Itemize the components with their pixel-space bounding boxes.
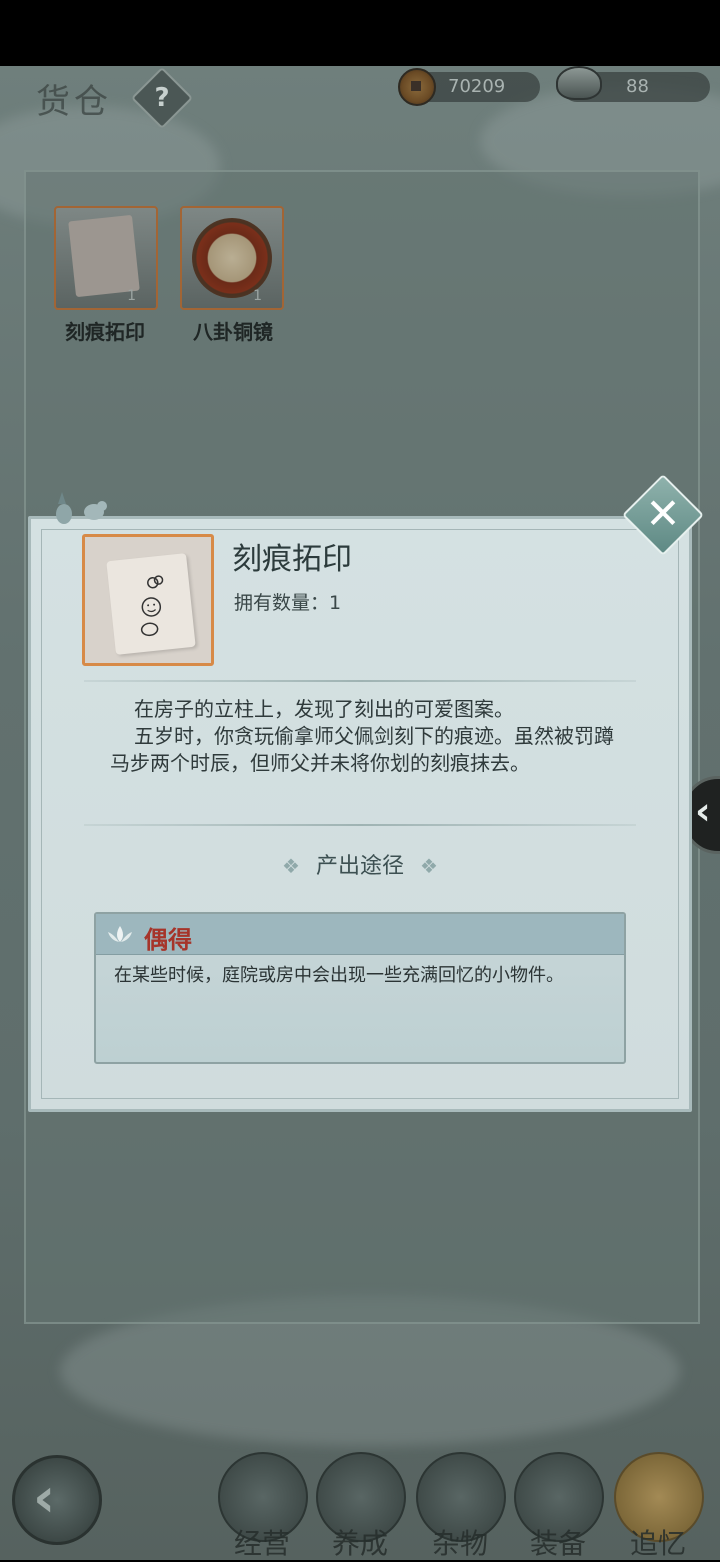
close-icon: ✕ xyxy=(645,489,681,538)
copper-coin-value: 70209 xyxy=(448,76,506,97)
diamond-ornament-icon: ❖ xyxy=(282,854,300,878)
item-count: 1 xyxy=(127,288,136,304)
bagua-mirror-icon xyxy=(192,218,272,298)
detail-item-image xyxy=(82,534,214,666)
status-bar xyxy=(0,0,720,66)
tab-cultivate[interactable]: 养成 xyxy=(316,1452,406,1560)
source-description: 在某些时候，庭院或房中会出现一些充满回忆的小物件。 xyxy=(114,965,564,986)
paper-rubbing-icon xyxy=(106,553,196,655)
description-line: 五岁时，你贪玩偷拿师父佩剑刻下的痕迹。虽然被罚蹲马步两个时辰，但师父并未将你划的… xyxy=(110,724,614,775)
birds-decoration-icon xyxy=(56,492,107,524)
chevron-left-icon: ‹ xyxy=(695,789,711,833)
divider xyxy=(84,680,636,682)
source-heading: ❖ 产出途径 ❖ xyxy=(0,848,720,880)
tab-label: 装备 xyxy=(529,1527,586,1560)
copper-coin-counter: 70209 xyxy=(398,68,540,106)
tab-label: 经营 xyxy=(233,1527,290,1560)
copper-coin-icon xyxy=(398,68,436,106)
description-line: 在房子的立柱上，发现了刻出的可爱图案。 xyxy=(134,697,514,721)
item-name: 刻痕拓印 xyxy=(65,320,145,344)
inventory-item-bagua-mirror[interactable]: 1 xyxy=(180,206,284,310)
divider xyxy=(84,824,636,826)
chevron-left-icon: ‹ xyxy=(33,1466,56,1529)
tab-label: 追忆 xyxy=(629,1527,686,1560)
detail-description: 在房子的立柱上，发现了刻出的可爱图案。 五岁时，你贪玩偷拿师父佩剑刻下的痕迹。虽… xyxy=(110,696,616,777)
detail-item-count: 拥有数量：1 xyxy=(234,592,342,614)
tab-misc[interactable]: 杂物 xyxy=(416,1452,506,1560)
detail-item-title: 刻痕拓印 xyxy=(232,542,352,577)
lotus-icon xyxy=(108,926,132,942)
source-entry: 偶得 在某些时候，庭院或房中会出现一些充满回忆的小物件。 xyxy=(94,912,626,1064)
page-title: 货仓 xyxy=(36,82,112,122)
source-title: 偶得 xyxy=(144,926,192,954)
back-button[interactable]: ‹ xyxy=(12,1455,102,1545)
inventory-item-paper-rubbing[interactable]: 1 xyxy=(54,206,158,310)
tab-label: 杂物 xyxy=(431,1527,488,1560)
silver-ingot-counter: 88 xyxy=(556,66,710,102)
question-mark-icon: ? xyxy=(154,83,170,113)
source-entry-header: 偶得 xyxy=(96,914,624,955)
silver-ingot-value: 88 xyxy=(626,76,649,97)
tab-business[interactable]: 经营 xyxy=(218,1452,308,1560)
tab-label: 养成 xyxy=(331,1527,388,1560)
item-name: 八卦铜镜 xyxy=(193,320,273,344)
paper-rubbing-icon xyxy=(68,214,140,298)
source-heading-label: 产出途径 xyxy=(315,854,404,879)
item-count: 1 xyxy=(253,288,262,304)
tab-memories[interactable]: 追忆 xyxy=(614,1452,704,1560)
silver-ingot-icon xyxy=(556,66,602,100)
tab-equipment[interactable]: 装备 xyxy=(514,1452,604,1560)
diamond-ornament-icon: ❖ xyxy=(420,854,438,878)
